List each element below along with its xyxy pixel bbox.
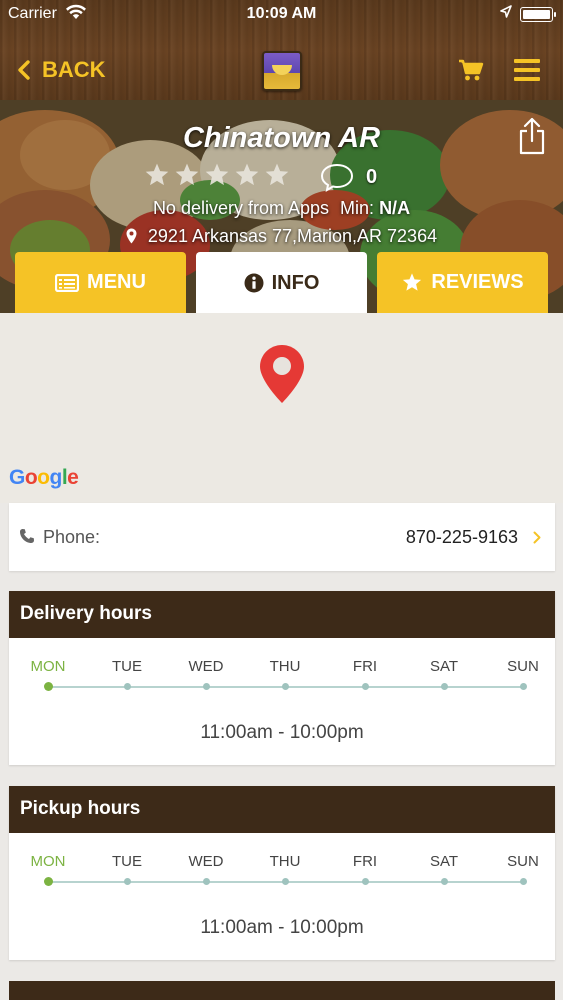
chevron-left-icon [18,60,30,80]
location-map[interactable]: Google [0,313,563,503]
day-thu[interactable]: THU [255,853,315,870]
day-wed[interactable]: WED [176,853,236,870]
day-dot-fri[interactable] [361,878,369,885]
delivery-hours-title: Delivery hours [9,591,555,638]
star-icon [403,273,422,291]
day-dot-sun[interactable] [519,878,527,885]
star-icon [235,163,259,186]
google-attribution: Google [9,466,79,489]
review-count[interactable]: 0 [320,162,377,192]
battery-icon [520,7,556,22]
day-dot-thu[interactable] [281,878,289,885]
day-mon[interactable]: MON [18,853,78,870]
pickup-hours-value: 11:00am - 10:00pm [200,917,364,938]
status-bar: Carrier 10:09 AM [0,0,563,30]
tab-reviews[interactable]: REVIEWS [377,252,548,313]
pickup-hours-card: Pickup hours MON TUE WED THU FRI SAT SUN… [9,786,555,960]
min-label: Min: [340,198,375,218]
day-dot-wed[interactable] [202,878,210,885]
map-marker-icon[interactable] [258,343,306,405]
day-dot-wed[interactable] [202,683,210,690]
min-value: N/A [379,198,411,218]
tab-reviews-label: REVIEWS [431,271,524,293]
restaurant-name: Chinatown AR [182,122,381,154]
day-sun[interactable]: SUN [493,658,553,675]
day-dot-tue[interactable] [123,683,131,690]
star-icon [205,163,229,186]
tab-menu-label: MENU [87,271,146,293]
review-count-value: 0 [366,165,378,188]
tab-info[interactable]: INFO [196,252,367,314]
day-dot-thu[interactable] [281,683,289,690]
cart-button[interactable] [458,58,484,87]
map-pin-icon [126,228,137,249]
day-thu[interactable]: THU [255,658,315,675]
day-dot-sat[interactable] [440,878,448,885]
back-label: BACK [42,57,106,82]
day-dot-fri[interactable] [361,683,369,690]
hamburger-menu-icon[interactable] [514,59,540,81]
address-text: 2921 Arkansas 77,Marion,AR 72364 [147,226,438,246]
day-dot-sat[interactable] [440,683,448,690]
address: 2921 Arkansas 77,Marion,AR 72364 [0,226,563,249]
day-fri[interactable]: FRI [335,658,395,675]
delivery-hours-card: Delivery hours MON TUE WED THU FRI SAT S… [9,591,555,765]
star-icon [265,163,289,186]
day-sat[interactable]: SAT [414,658,474,675]
phone-icon [20,529,34,543]
delivery-text: No delivery from Apps [152,198,330,218]
day-dot-sun[interactable] [519,683,527,690]
chevron-right-icon [533,531,541,544]
back-button[interactable]: BACK [18,57,106,83]
delivery-hours-body: MON TUE WED THU FRI SAT SUN 11:00am - 10… [9,638,555,765]
day-sat[interactable]: SAT [414,853,474,870]
delivery-hours-value: 11:00am - 10:00pm [200,722,364,743]
day-dot-mon[interactable] [43,682,53,691]
top-navigation-bar: Carrier 10:09 AM BACK [0,0,563,102]
menu-card-icon [55,273,80,292]
day-tue[interactable]: TUE [97,658,157,675]
phone-label: Phone: [43,527,101,547]
day-dot-mon[interactable] [43,877,53,886]
next-section-header [9,981,555,1000]
info-icon [244,273,264,293]
clock: 10:09 AM [246,5,317,22]
comment-icon [320,163,354,192]
day-dot-tue[interactable] [123,878,131,885]
pickup-hours-body: MON TUE WED THU FRI SAT SUN 11:00am - 10… [9,833,555,960]
day-wed[interactable]: WED [176,658,236,675]
pickup-hours-title: Pickup hours [9,786,555,833]
phone-row[interactable]: Phone: 870-225-9163 [9,503,555,571]
phone-number[interactable]: 870-225-9163 [406,527,518,548]
day-fri[interactable]: FRI [335,853,395,870]
star-icon [175,163,199,186]
day-sun[interactable]: SUN [493,853,553,870]
restaurant-logo [262,51,302,91]
tab-info-label: INFO [271,271,320,294]
star-icon [145,163,169,186]
cart-icon [459,59,484,81]
delivery-info: No delivery from Apps Min: N/A [0,198,563,219]
rating-stars [144,162,294,188]
day-mon[interactable]: MON [18,658,78,675]
tab-menu[interactable]: MENU [15,252,186,313]
location-arrow-icon [500,5,512,24]
day-tue[interactable]: TUE [97,853,157,870]
